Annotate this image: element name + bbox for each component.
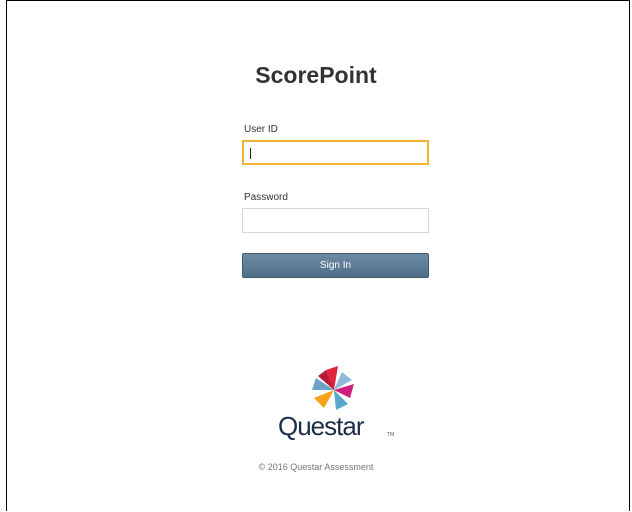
user-id-input[interactable]: [242, 140, 429, 165]
user-id-label: User ID: [244, 124, 278, 135]
password-input[interactable]: [242, 208, 429, 233]
copyright-text: © 2016 Questar Assessment: [258, 462, 374, 472]
password-label: Password: [244, 192, 288, 203]
app-title: ScorePoint: [255, 62, 377, 88]
text-cursor: [250, 148, 251, 159]
logo-petal-orange: [314, 390, 334, 408]
questar-logo-icon: [312, 366, 354, 410]
questar-logo-text: Questar: [278, 411, 364, 441]
trademark-mark: TM: [387, 432, 395, 438]
sign-in-button[interactable]: Sign In: [242, 253, 429, 278]
